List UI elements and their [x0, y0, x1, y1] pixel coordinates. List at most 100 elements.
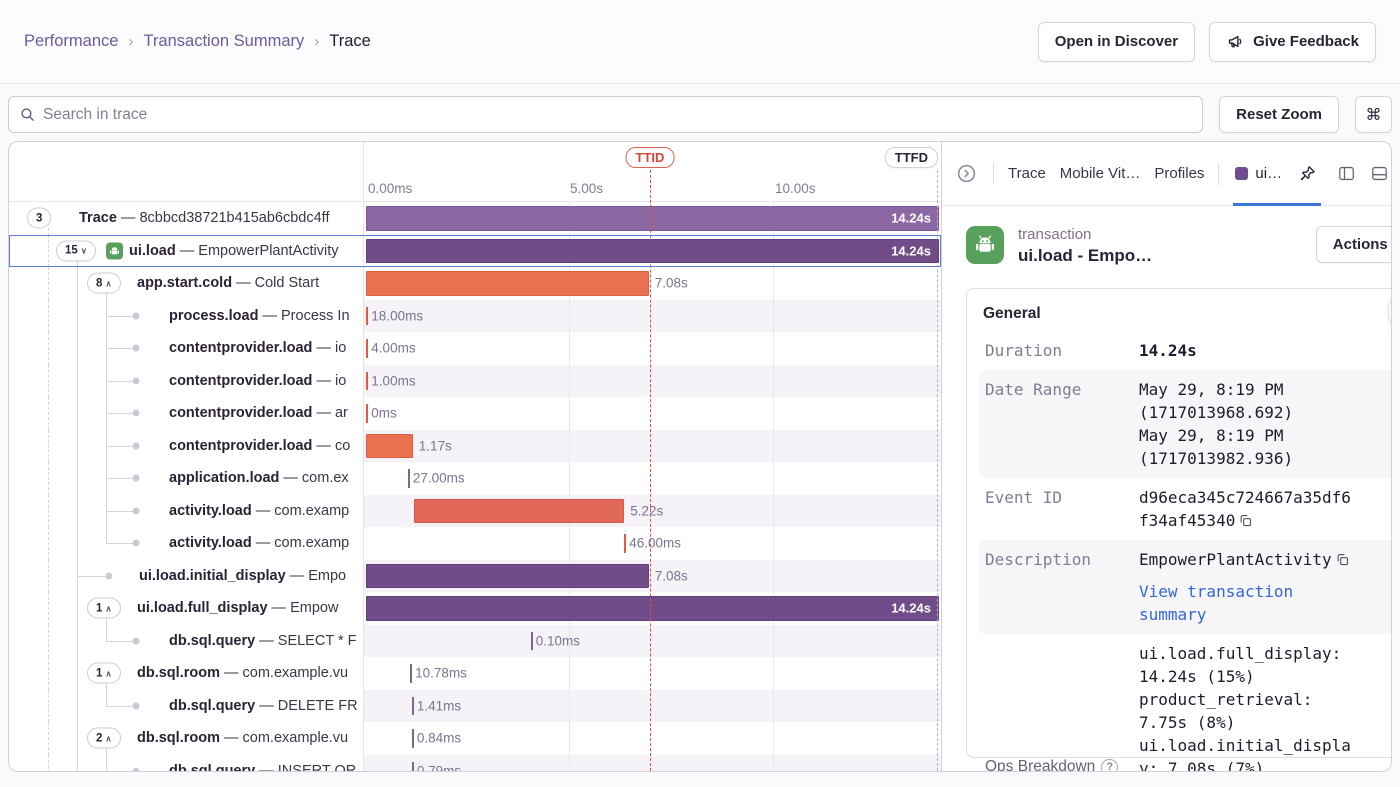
- span-count-pill[interactable]: 1∧: [87, 663, 121, 684]
- trace-span-row[interactable]: 1∧db.sql.room — com.example.vu10.78ms: [9, 657, 941, 690]
- span-count-pill[interactable]: 8∧: [87, 273, 121, 294]
- span-count-pill[interactable]: 15∨: [56, 240, 96, 261]
- span-tick-marker[interactable]: [366, 339, 368, 358]
- tab-profiles[interactable]: Profiles: [1154, 165, 1204, 182]
- span-tree-cell[interactable]: contentprovider.load — io: [9, 365, 364, 398]
- breadcrumb-transaction-summary[interactable]: Transaction Summary: [143, 32, 304, 51]
- span-timeline-cell[interactable]: 7.08s: [364, 267, 941, 300]
- trace-span-row[interactable]: contentprovider.load — ar0ms: [9, 397, 941, 430]
- span-tick-marker[interactable]: [624, 534, 626, 553]
- trace-span-row[interactable]: 2∧db.sql.room — com.example.vu0.84ms: [9, 722, 941, 755]
- copy-icon[interactable]: [1238, 513, 1253, 528]
- trace-span-row[interactable]: activity.load — com.examp5.22s: [9, 495, 941, 528]
- span-count-pill[interactable]: 3: [27, 208, 51, 229]
- span-tree-cell[interactable]: db.sql.query — INSERT OR: [9, 755, 364, 772]
- view-transaction-summary-link[interactable]: View transaction: [1139, 580, 1392, 603]
- span-timeline-cell[interactable]: 14.24s: [364, 592, 941, 625]
- span-duration-bar[interactable]: [414, 499, 624, 524]
- span-tree-cell[interactable]: 15∨ui.load — EmpowerPlantActivity: [9, 235, 364, 268]
- span-tree-cell[interactable]: contentprovider.load — io: [9, 332, 364, 365]
- pin-tab-icon[interactable]: [1296, 162, 1319, 185]
- span-tree-cell[interactable]: process.load — Process In: [9, 300, 364, 333]
- span-tree-cell[interactable]: 2∧db.sql.room — com.example.vu: [9, 722, 364, 755]
- trace-span-row[interactable]: 8∧app.start.cold — Cold Start7.08s: [9, 267, 941, 300]
- span-tick-marker[interactable]: [412, 762, 414, 772]
- span-timeline-cell[interactable]: 0.79ms: [364, 755, 941, 772]
- span-tick-marker[interactable]: [412, 729, 414, 748]
- reset-zoom-button[interactable]: Reset Zoom: [1219, 96, 1339, 133]
- span-timeline-cell[interactable]: 0.84ms: [364, 722, 941, 755]
- span-tick-marker[interactable]: [408, 469, 410, 488]
- span-tick-marker[interactable]: [366, 372, 368, 391]
- actions-button[interactable]: Actions ∨: [1316, 226, 1392, 263]
- span-timeline-cell[interactable]: 1.41ms: [364, 690, 941, 723]
- span-tree-cell[interactable]: db.sql.query — SELECT * F: [9, 625, 364, 658]
- ttid-badge[interactable]: TTID: [626, 147, 675, 168]
- span-tick-marker[interactable]: [410, 664, 412, 683]
- tab-mobile-vitals[interactable]: Mobile Vit…: [1060, 165, 1141, 182]
- trace-span-row[interactable]: db.sql.query — SELECT * F0.10ms: [9, 625, 941, 658]
- breadcrumb-performance[interactable]: Performance: [24, 32, 118, 51]
- dock-left-icon[interactable]: [1335, 162, 1358, 185]
- span-tree-cell[interactable]: 1∧db.sql.room — com.example.vu: [9, 657, 364, 690]
- open-in-discover-button[interactable]: Open in Discover: [1038, 22, 1195, 62]
- span-tree-cell[interactable]: 3Trace — 8cbbcd38721b415ab6cbdc4ff: [9, 202, 364, 235]
- span-tick-marker[interactable]: [412, 697, 414, 716]
- span-duration-bar[interactable]: 14.24s: [366, 206, 939, 231]
- shortcut-button[interactable]: ⌘: [1355, 96, 1392, 133]
- span-timeline-cell[interactable]: 5.22s: [364, 495, 941, 528]
- span-tree-cell[interactable]: 1∧ui.load.full_display — Empow: [9, 592, 364, 625]
- trace-span-row[interactable]: 3Trace — 8cbbcd38721b415ab6cbdc4ff14.24s: [9, 202, 941, 235]
- span-duration-bar[interactable]: 14.24s: [366, 596, 939, 621]
- trace-span-row[interactable]: db.sql.query — DELETE FR1.41ms: [9, 690, 941, 723]
- span-tree-cell[interactable]: ui.load.initial_display — Empo: [9, 560, 364, 593]
- span-tree-cell[interactable]: activity.load — com.examp: [9, 495, 364, 528]
- trace-span-row[interactable]: 15∨ui.load — EmpowerPlantActivity14.24s: [9, 235, 941, 268]
- trace-span-row[interactable]: application.load — com.ex27.00ms: [9, 462, 941, 495]
- trace-span-row[interactable]: contentprovider.load — io1.00ms: [9, 365, 941, 398]
- dock-bottom-icon[interactable]: [1368, 162, 1391, 185]
- give-feedback-button[interactable]: Give Feedback: [1209, 22, 1376, 62]
- span-timeline-cell[interactable]: 0.10ms: [364, 625, 941, 658]
- span-duration-bar[interactable]: 14.24s: [366, 239, 939, 264]
- span-timeline-cell[interactable]: 10.78ms: [364, 657, 941, 690]
- span-count-pill[interactable]: 1∧: [87, 598, 121, 619]
- span-timeline-cell[interactable]: 1.17s: [364, 430, 941, 463]
- span-tree-cell[interactable]: contentprovider.load — ar: [9, 397, 364, 430]
- search-box[interactable]: [8, 96, 1203, 133]
- tab-ui-load[interactable]: ui…: [1235, 165, 1282, 182]
- span-tree-cell[interactable]: activity.load — com.examp: [9, 527, 364, 560]
- span-timeline-cell[interactable]: 7.08s: [364, 560, 941, 593]
- copy-icon[interactable]: [1335, 552, 1350, 567]
- trace-span-row[interactable]: contentprovider.load — co1.17s: [9, 430, 941, 463]
- span-timeline-cell[interactable]: 14.24s: [364, 235, 941, 268]
- span-tree-cell[interactable]: contentprovider.load — co: [9, 430, 364, 463]
- help-icon[interactable]: ?: [1101, 759, 1118, 772]
- trace-span-row[interactable]: ui.load.initial_display — Empo7.08s: [9, 560, 941, 593]
- span-tick-marker[interactable]: [366, 404, 368, 423]
- expand-panel-icon[interactable]: [954, 161, 979, 186]
- span-timeline-cell[interactable]: 14.24s: [364, 202, 941, 235]
- trace-span-row[interactable]: db.sql.query — INSERT OR0.79ms: [9, 755, 941, 772]
- trace-span-row[interactable]: process.load — Process In18.00ms: [9, 300, 941, 333]
- trace-span-row[interactable]: activity.load — com.examp46.00ms: [9, 527, 941, 560]
- span-timeline-cell[interactable]: 4.00ms: [364, 332, 941, 365]
- view-transaction-summary-link[interactable]: summary: [1139, 603, 1392, 626]
- span-tree-cell[interactable]: db.sql.query — DELETE FR: [9, 690, 364, 723]
- trace-span-row[interactable]: 1∧ui.load.full_display — Empow14.24s: [9, 592, 941, 625]
- trace-span-row[interactable]: contentprovider.load — io4.00ms: [9, 332, 941, 365]
- search-input[interactable]: [43, 106, 1192, 124]
- span-duration-bar[interactable]: [366, 564, 649, 589]
- span-duration-bar[interactable]: [366, 434, 413, 459]
- tab-trace[interactable]: Trace: [1008, 165, 1046, 182]
- span-tick-marker[interactable]: [366, 307, 368, 326]
- span-timeline-cell[interactable]: 0ms: [364, 397, 941, 430]
- timeline-header[interactable]: TTID TTFD 0.00ms 5.00s 10.00s: [364, 142, 941, 202]
- span-tree-cell[interactable]: 8∧app.start.cold — Cold Start: [9, 267, 364, 300]
- span-timeline-cell[interactable]: 1.00ms: [364, 365, 941, 398]
- span-timeline-cell[interactable]: 27.00ms: [364, 462, 941, 495]
- span-tree-cell[interactable]: application.load — com.ex: [9, 462, 364, 495]
- span-timeline-cell[interactable]: 46.00ms: [364, 527, 941, 560]
- span-count-pill[interactable]: 2∧: [87, 728, 121, 749]
- ttfd-badge[interactable]: TTFD: [885, 147, 938, 168]
